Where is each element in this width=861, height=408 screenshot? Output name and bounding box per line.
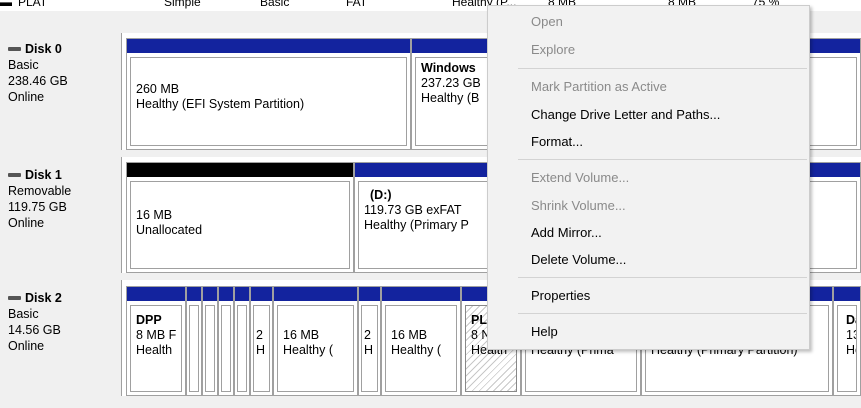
disk-size: 119.75 GB [8,200,67,214]
menu-separator [518,159,807,160]
volume-icon: ▬ [0,0,12,9]
disk-name: Disk 2 [25,291,62,305]
partition-title: DPP [136,313,162,327]
partition-bar [251,287,272,301]
partition-efi[interactable]: 260 MB Healthy (EFI System Partition) [126,38,411,150]
pane-gap [0,396,861,408]
partition-small[interactable] [202,286,218,396]
partition-small[interactable] [234,286,250,396]
partition-size: 2 [364,328,371,342]
menu-item-add-mirror[interactable]: Add Mirror... [488,221,809,245]
menu-item-format[interactable]: Format... [488,130,809,154]
partition-status: He [846,343,856,357]
volume-fs: FAT [346,0,368,9]
menu-item-explore[interactable]: Explore [488,38,809,62]
disk-name: Disk 1 [25,168,62,182]
disk-icon [8,173,21,177]
volume-name: PLAT [18,0,48,9]
disk-name: Disk 0 [25,42,62,56]
partition-status: Health [136,343,173,357]
partition-data[interactable]: Da 13. He [833,286,861,396]
context-menu: Open Explore Mark Partition as Active Ch… [487,5,810,350]
partition-title: Da [846,313,856,327]
partition-bar [834,287,860,301]
disk-size: 238.46 GB [8,74,68,88]
partition-bar [235,287,249,301]
disk-2-label[interactable]: Disk 2 Basic 14.56 GB Online [0,280,122,396]
disk-icon [8,47,21,51]
partition-small[interactable] [186,286,202,396]
volume-type: Basic [260,0,290,9]
partition-16mb[interactable]: 16 MB Healthy ( [381,286,461,396]
partition-bar [359,287,380,301]
menu-item-open[interactable]: Open [488,10,809,34]
menu-separator [518,277,807,278]
menu-item-help[interactable]: Help [488,320,809,344]
volume-layout: Simple [164,0,201,9]
partition-bar [127,39,410,53]
partition-unallocated[interactable]: 16 MB Unallocated [126,162,354,273]
partition-16mb[interactable]: 16 MB Healthy ( [273,286,358,396]
partition-size: 260 MB [136,82,180,96]
partition-bar [274,287,357,301]
partition-bar [382,287,460,301]
partition-bar [203,287,217,301]
disk-type: Basic [8,307,39,321]
disk-icon [8,296,21,300]
partition-status: H [364,343,374,357]
partition-bar [127,287,185,301]
partition-bar [187,287,201,301]
menu-item-shrink-volume[interactable]: Shrink Volume... [488,194,809,218]
partition-small[interactable] [218,286,234,396]
partition-size: 13. [846,328,856,342]
disk-type: Removable [8,184,72,198]
partition-bar [219,287,233,301]
disk-type: Basic [8,58,39,72]
disk-1-label[interactable]: Disk 1 Removable 119.75 GB Online [0,157,122,273]
partition-small[interactable]: 2 H [250,286,273,396]
disk-0-label[interactable]: Disk 0 Basic 238.46 GB Online [0,33,122,150]
menu-item-mark-active[interactable]: Mark Partition as Active [488,75,809,99]
partition-status: H [256,343,266,357]
partition-small[interactable]: 2 H [358,286,381,396]
menu-item-change-drive-letter[interactable]: Change Drive Letter and Paths... [488,103,809,127]
partition-bar [127,163,353,177]
partition-status: Healthy ( [391,343,442,357]
partition-size: 2 [256,328,263,342]
disk-size: 14.56 GB [8,323,61,337]
partition-size: 16 MB [391,328,428,342]
menu-item-delete-volume[interactable]: Delete Volume... [488,248,809,272]
partition-status: Healthy (EFI System Partition) [136,97,305,111]
partition-dpp[interactable]: DPP 8 MB F Health [126,286,186,396]
menu-item-extend-volume[interactable]: Extend Volume... [488,166,809,190]
menu-separator [518,313,807,314]
disk-state: Online [8,90,45,104]
partition-status: Healthy ( [283,343,334,357]
disk-state: Online [8,339,45,353]
menu-separator [518,68,807,69]
partition-status: Unallocated [136,223,203,237]
menu-item-properties[interactable]: Properties [488,284,809,308]
disk-state: Online [8,216,45,230]
partition-size: 16 MB [283,328,320,342]
partition-size: 8 MB F [136,328,177,342]
partition-size: 16 MB [136,208,173,222]
